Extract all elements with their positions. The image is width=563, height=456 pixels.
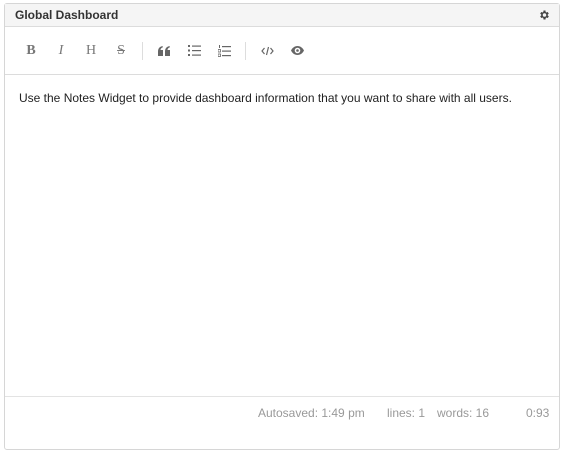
editor-toolbar: B I H S: [5, 27, 559, 75]
ordered-list-icon: [217, 44, 231, 57]
italic-icon: I: [58, 42, 64, 58]
toolbar-separator: [142, 41, 143, 60]
ordered-list-button[interactable]: [209, 37, 239, 65]
autosave-status: Autosaved: 1:49 pm: [258, 406, 365, 420]
editor-statusbar: Autosaved: 1:49 pm lines: 1 words: 16 0:…: [5, 396, 559, 426]
words-count: words: 16: [437, 406, 490, 420]
bold-icon: B: [26, 42, 36, 58]
heading-icon: H: [85, 42, 97, 58]
gear-icon[interactable]: [538, 9, 550, 21]
lines-count: lines: 1: [387, 406, 426, 420]
quote-button[interactable]: [149, 37, 179, 65]
cursor-position: 0:93: [526, 406, 550, 420]
bold-button[interactable]: B: [16, 37, 46, 65]
italic-button[interactable]: I: [46, 37, 76, 65]
quote-icon: [158, 45, 170, 56]
toolbar-separator: [245, 41, 246, 60]
strikethrough-button[interactable]: S: [106, 37, 136, 65]
heading-button[interactable]: H: [76, 37, 106, 65]
strikethrough-icon: S: [117, 42, 125, 58]
preview-eye-icon: [290, 46, 304, 55]
notes-widget: Global Dashboard B I H S Use the Notes W…: [4, 3, 560, 450]
unordered-list-icon: [187, 45, 201, 56]
preview-button[interactable]: [282, 37, 312, 65]
widget-title: Global Dashboard: [15, 8, 119, 22]
editor-textarea[interactable]: Use the Notes Widget to provide dashboar…: [5, 75, 559, 394]
code-icon: [260, 46, 274, 55]
unordered-list-button[interactable]: [179, 37, 209, 65]
widget-header: Global Dashboard: [5, 4, 559, 27]
code-button[interactable]: [252, 37, 282, 65]
